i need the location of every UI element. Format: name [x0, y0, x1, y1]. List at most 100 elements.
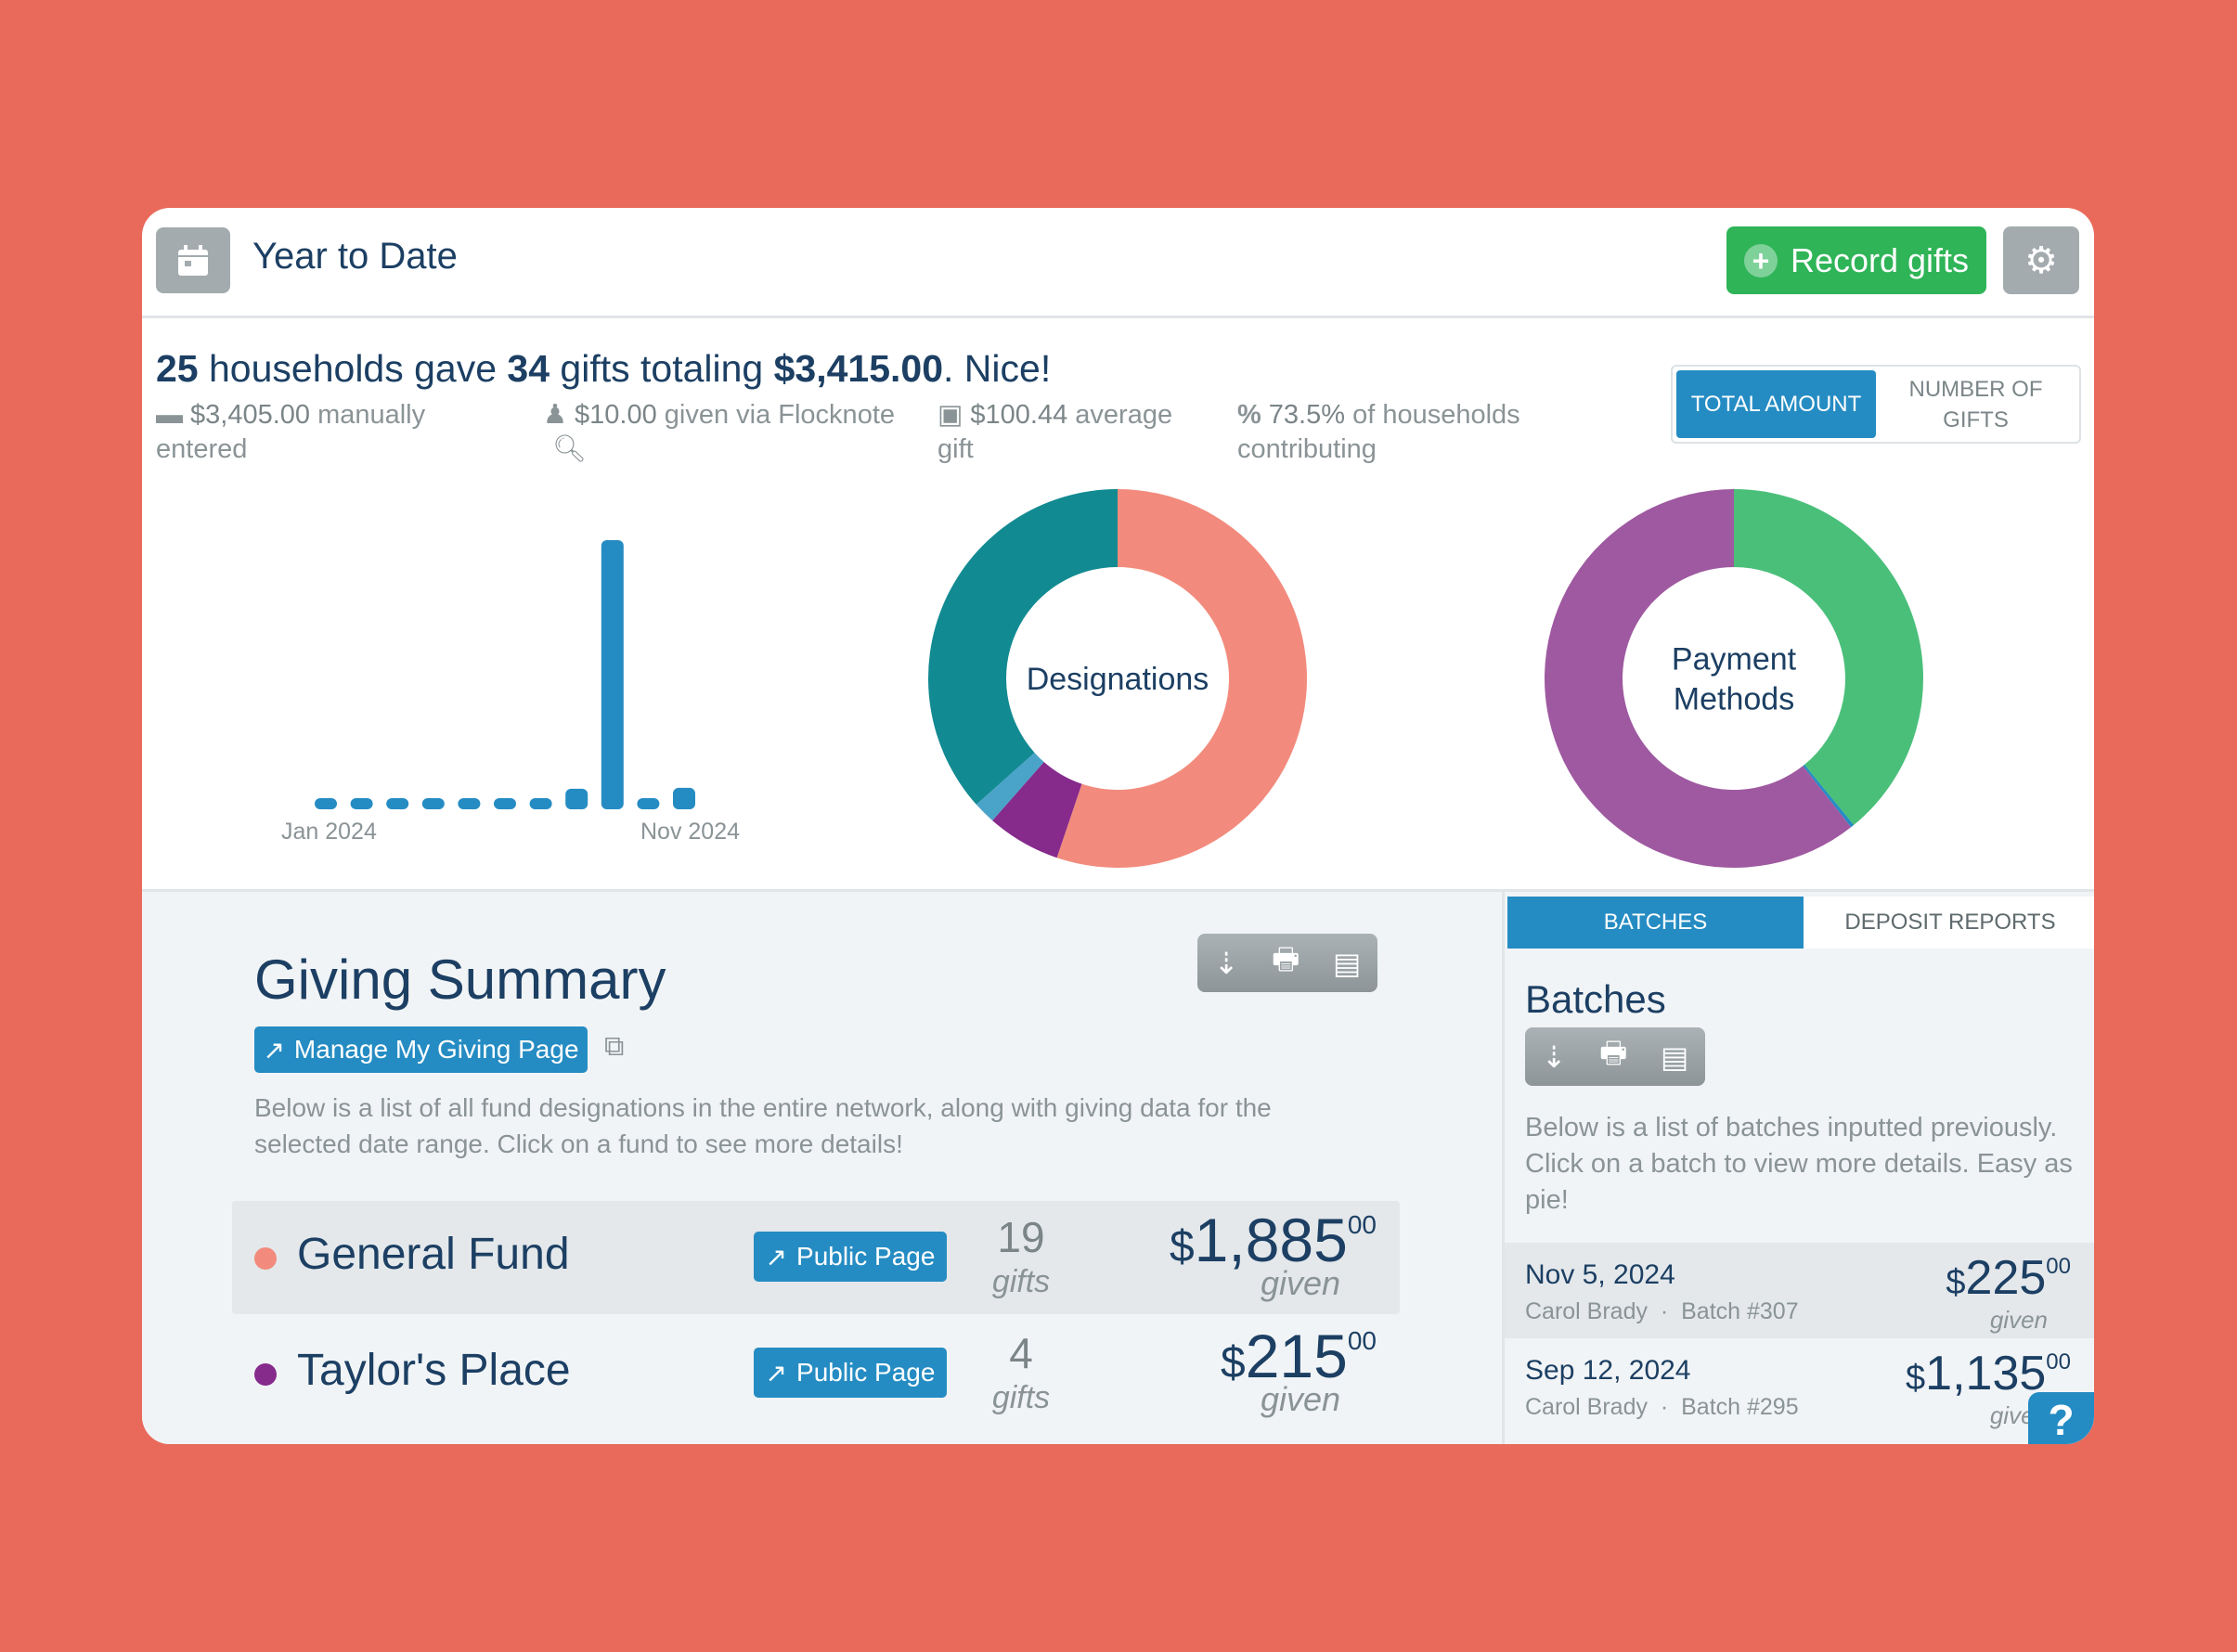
public-page-label: Public Page — [796, 1358, 936, 1387]
stat-flocknote: ♟ $10.00 given via Flocknote 🔍︎ — [543, 398, 914, 467]
check-icon: ▬ — [156, 400, 183, 430]
batch-person: Carol Brady — [1525, 1298, 1648, 1324]
stat-average: ▣ $100.44 average gift — [937, 398, 1207, 467]
money-icon: ▣ — [937, 400, 963, 430]
amount-cents: 00 — [1347, 1326, 1377, 1355]
bar-jun-2024[interactable] — [494, 798, 516, 809]
stat-text: given via Flocknote — [656, 400, 896, 430]
batch-meta: Carol Brady · Batch #295 — [1525, 1394, 1799, 1420]
stat-value: $100.44 — [970, 400, 1068, 430]
bar-sep-2024[interactable] — [601, 540, 624, 809]
header-divider — [142, 316, 2094, 318]
public-page-label: Public Page — [796, 1242, 936, 1271]
tab-batches[interactable]: BATCHES — [1507, 897, 1804, 949]
amount-label: given — [1260, 1264, 1340, 1302]
bar-jul-2024[interactable] — [529, 798, 552, 809]
donut-slice-3[interactable] — [928, 489, 1118, 805]
batch-person: Carol Brady — [1525, 1394, 1648, 1420]
bar-may-2024[interactable] — [458, 798, 481, 809]
batch-amount: $22500 — [1946, 1250, 2071, 1306]
amount-value: 1,135 — [1925, 1347, 2047, 1400]
amount-label: given — [1989, 1306, 2048, 1334]
fund-row[interactable]: Taylor's Place ↗ Public Page 4 gifts $215… — [232, 1317, 1400, 1430]
giving-description: Below is a list of all fund designations… — [254, 1093, 1272, 1158]
manage-label: Manage My Giving Page — [293, 1035, 579, 1064]
bar-aug-2024[interactable] — [565, 788, 588, 809]
spreadsheet-icon[interactable]: ▤ — [1661, 1039, 1688, 1075]
stat-value: $10.00 — [575, 400, 657, 430]
external-edit-icon: ↗ — [765, 1242, 788, 1271]
batch-date: Nov 5, 2024 — [1525, 1259, 1675, 1290]
gift-count-label: gifts — [991, 1380, 1051, 1415]
amount-cents: 00 — [1347, 1210, 1377, 1239]
bar-feb-2024[interactable] — [350, 798, 373, 809]
monthly-bar-chart: Jan 2024 Nov 2024 — [281, 540, 740, 845]
stat-value: 73.5% — [1268, 400, 1346, 430]
print-icon[interactable]: 🖶 — [1599, 1032, 1627, 1082]
date-range-button[interactable] — [156, 227, 230, 293]
bar-jan-2024[interactable] — [315, 798, 337, 809]
gift-count-label: gifts — [991, 1264, 1051, 1299]
x-tick-label: Nov 2024 — [640, 819, 740, 845]
donut-center-label: Methods — [1674, 682, 1794, 717]
sort-icon[interactable]: ⇣ — [1542, 1039, 1567, 1075]
amount-cents: 00 — [2046, 1349, 2071, 1375]
search-icon[interactable]: 🔍︎ — [552, 434, 587, 464]
spreadsheet-icon[interactable]: ▤ — [1333, 946, 1361, 981]
bar-mar-2024[interactable] — [386, 798, 409, 809]
headline-text: gifts totaling — [550, 347, 774, 390]
settings-button[interactable]: ⚙ — [2003, 226, 2079, 294]
tab-deposit-reports[interactable]: DEPOSIT REPORTS — [1804, 897, 2094, 949]
x-tick-label: Jan 2024 — [281, 819, 377, 845]
piggy-bank-icon: ♟ — [543, 400, 567, 430]
headline-text: households gave — [198, 347, 508, 390]
batch-row[interactable]: Sep 12, 2024 Carol Brady · Batch #295 $1… — [1505, 1338, 2094, 1434]
fund-color-dot — [254, 1363, 277, 1386]
batches-toolbar: ⇣ 🖶 ▤ — [1525, 1027, 1705, 1086]
record-gifts-button[interactable]: + Record gifts — [1726, 226, 1986, 294]
external-edit-icon: ↗ — [263, 1035, 285, 1065]
sort-icon[interactable]: ⇣ — [1214, 946, 1239, 981]
currency-symbol: $ — [1946, 1263, 1966, 1302]
percent-icon: % — [1237, 400, 1261, 430]
payment-methods-donut: Payment Methods — [1545, 489, 1923, 868]
amount-cents: 00 — [2046, 1254, 2071, 1279]
batch-date: Sep 12, 2024 — [1525, 1355, 1691, 1386]
toggle-total-amount[interactable]: TOTAL AMOUNT — [1676, 370, 1876, 438]
fund-name: General Fund — [297, 1230, 570, 1279]
print-icon[interactable]: 🖶 — [1272, 938, 1300, 988]
gift-count: 4 — [1009, 1329, 1033, 1377]
bar-nov-2024[interactable] — [673, 787, 695, 809]
external-edit-icon: ↗ — [765, 1358, 788, 1387]
headline-text: . Nice! — [943, 347, 1052, 390]
help-button[interactable]: ? — [2028, 1392, 2094, 1444]
batch-number: Batch #307 — [1681, 1298, 1799, 1324]
batches-panel: BATCHES DEPOSIT REPORTS Batches ⇣ 🖶 ▤ Belo… — [1502, 892, 2094, 1444]
bar-oct-2024[interactable] — [637, 798, 660, 809]
designations-donut: Designations — [928, 489, 1307, 868]
plus-icon: + — [1743, 243, 1778, 277]
stat-contributing: % 73.5% of households contributing — [1237, 398, 1553, 467]
public-page-button[interactable]: ↗ Public Page — [754, 1232, 947, 1282]
copy-icon[interactable]: ⧉ — [604, 1031, 624, 1063]
currency-symbol: $ — [1221, 1338, 1246, 1387]
public-page-button[interactable]: ↗ Public Page — [754, 1348, 947, 1398]
donut-center-label: Payment — [1672, 642, 1797, 678]
batch-row[interactable]: Nov 5, 2024 Carol Brady · Batch #307 $22… — [1505, 1243, 2094, 1338]
calendar-icon — [178, 244, 208, 276]
metric-toggle: TOTAL AMOUNT NUMBER OF GIFTS — [1671, 365, 2081, 444]
bar-apr-2024[interactable] — [421, 798, 445, 809]
lower-section: Giving Summary ⇣ 🖶 ▤ ↗ Manage My Giving Pag… — [142, 889, 2094, 1444]
manage-giving-page-button[interactable]: ↗ Manage My Giving Page — [254, 1026, 588, 1073]
fund-color-dot — [254, 1247, 277, 1270]
fund-row[interactable]: General Fund ↗ Public Page 19 gifts $1,88… — [232, 1201, 1400, 1314]
dashboard-card: Year to Date + Record gifts ⚙ 25 househol… — [142, 208, 2094, 1444]
gift-count: 19 — [997, 1213, 1045, 1261]
batch-meta: Carol Brady · Batch #307 — [1525, 1298, 1799, 1324]
total-amount: $3,415.00 — [773, 347, 944, 390]
toggle-number-of-gifts[interactable]: NUMBER OF GIFTS — [1876, 370, 2075, 438]
stat-value: $3,405.00 — [190, 400, 311, 430]
batches-tabs: BATCHES DEPOSIT REPORTS — [1507, 897, 2094, 949]
stat-manual: ▬ $3,405.00 manually entered — [156, 398, 453, 467]
batches-title: Batches — [1525, 977, 1666, 1021]
